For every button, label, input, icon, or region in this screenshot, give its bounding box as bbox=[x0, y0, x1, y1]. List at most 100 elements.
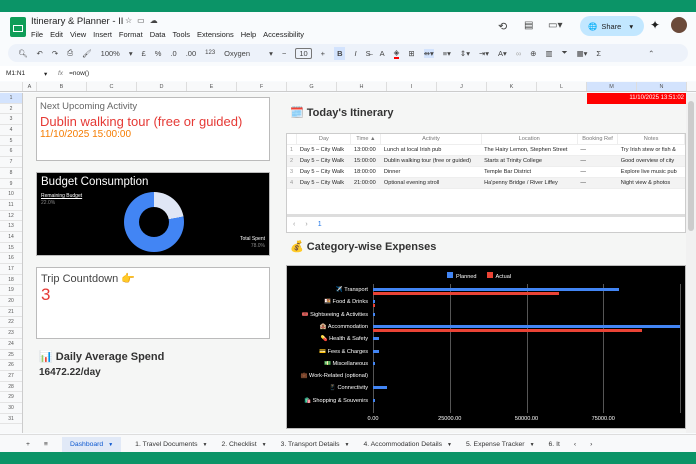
comment-icon[interactable]: ▤ bbox=[524, 20, 533, 31]
sheet-tab-3[interactable]: 3. Transport Details ▼ bbox=[281, 441, 350, 448]
column-3[interactable]: Location bbox=[481, 134, 578, 145]
sheet-tab-0[interactable]: Dashboard ▼ bbox=[61, 437, 122, 452]
bar-planned[interactable] bbox=[373, 288, 619, 291]
zoom-select[interactable]: 100% bbox=[101, 49, 120, 58]
bar-planned[interactable] bbox=[373, 386, 387, 390]
row-header-1[interactable]: 1 bbox=[0, 93, 22, 104]
column-header-K[interactable]: K bbox=[487, 82, 537, 91]
wrap-icon[interactable]: ⇥▾ bbox=[479, 49, 489, 58]
menu-file[interactable]: File bbox=[31, 30, 43, 39]
scroll-tabs-right[interactable]: › bbox=[590, 441, 592, 448]
tab-menu-icon[interactable]: ▼ bbox=[345, 442, 350, 448]
sheet-tab-1[interactable]: 1. Travel Documents ▼ bbox=[135, 441, 207, 448]
row-header-16[interactable]: 16 bbox=[0, 253, 22, 264]
bar-planned[interactable] bbox=[373, 337, 380, 341]
column-0[interactable]: Day bbox=[296, 134, 352, 145]
menu-format[interactable]: Format bbox=[119, 30, 143, 39]
row-header-18[interactable]: 18 bbox=[0, 275, 22, 286]
sheet-tab-4[interactable]: 4. Accommodation Details ▼ bbox=[363, 441, 452, 448]
meet-icon[interactable]: ▭▾ bbox=[548, 20, 562, 31]
column-header-F[interactable]: F bbox=[237, 82, 287, 91]
expenses-chart[interactable]: Planned Actual 0.00 25000.00 50000.00 75000.0… bbox=[286, 265, 686, 429]
bar-actual[interactable] bbox=[373, 328, 642, 332]
bar-planned[interactable] bbox=[373, 324, 680, 328]
page-number[interactable]: 1 bbox=[318, 221, 322, 228]
next-page-button[interactable]: › bbox=[305, 221, 307, 228]
row-header-17[interactable]: 17 bbox=[0, 264, 22, 275]
font-select[interactable]: Oxygen bbox=[224, 49, 260, 58]
row-header-20[interactable]: 20 bbox=[0, 296, 22, 307]
column-2[interactable]: Activity bbox=[380, 134, 482, 145]
row-header-5[interactable]: 5 bbox=[0, 136, 22, 147]
column-header-C[interactable]: C bbox=[87, 82, 137, 91]
avatar[interactable] bbox=[671, 17, 687, 33]
align-icon[interactable]: ≡▾ bbox=[443, 49, 451, 58]
row-header-9[interactable]: 9 bbox=[0, 179, 22, 190]
now-cell[interactable]: 11/10/2025 13:51:02 bbox=[587, 93, 687, 104]
menu-extensions[interactable]: Extensions bbox=[197, 30, 234, 39]
column-header-N[interactable]: N bbox=[637, 82, 687, 91]
formula-input[interactable]: =now() bbox=[69, 70, 89, 77]
tab-menu-icon[interactable]: ▼ bbox=[447, 442, 452, 448]
collapse-toolbar-icon[interactable]: ⌃ bbox=[648, 49, 654, 58]
row-header-25[interactable]: 25 bbox=[0, 350, 22, 361]
table-row[interactable]: 4 Day 5 – City Walk 21:00:00 Optional eveni… bbox=[287, 177, 685, 189]
bar-planned[interactable] bbox=[373, 312, 375, 316]
bar-planned[interactable] bbox=[373, 361, 376, 365]
vertical-scrollbar[interactable] bbox=[686, 93, 696, 433]
sheet-tab-6[interactable]: 6. It bbox=[549, 441, 560, 448]
row-header-6[interactable]: 6 bbox=[0, 146, 22, 158]
row-header-29[interactable]: 29 bbox=[0, 392, 22, 403]
column-header-L[interactable]: L bbox=[537, 82, 587, 91]
column-header-D[interactable]: D bbox=[137, 82, 187, 91]
menu-accessibility[interactable]: Accessibility bbox=[263, 30, 304, 39]
column-header-J[interactable]: J bbox=[437, 82, 487, 91]
share-button[interactable]: 🌐 Share ▾ bbox=[580, 16, 644, 36]
row-header-24[interactable]: 24 bbox=[0, 339, 22, 350]
row-header-8[interactable]: 8 bbox=[0, 168, 22, 179]
prev-page-button[interactable]: ‹ bbox=[293, 221, 295, 228]
search-icon[interactable]: 🔍︎ bbox=[18, 49, 28, 58]
column-header-M[interactable]: M bbox=[587, 82, 637, 91]
column-5[interactable]: Notes bbox=[617, 134, 685, 145]
row-header-7[interactable]: 7 bbox=[0, 157, 22, 168]
borders-icon[interactable]: ⊞ bbox=[408, 49, 414, 58]
italic-button[interactable]: I bbox=[354, 49, 356, 58]
redo-icon[interactable]: ↷ bbox=[52, 49, 58, 58]
row-header-30[interactable]: 30 bbox=[0, 403, 22, 414]
percent-button[interactable]: % bbox=[155, 49, 162, 58]
scroll-tabs-left[interactable]: ‹ bbox=[574, 441, 576, 448]
column-header-E[interactable]: E bbox=[187, 82, 237, 91]
row-header-14[interactable]: 14 bbox=[0, 232, 22, 243]
format-123-button[interactable]: 123 bbox=[205, 50, 215, 56]
column-header-A[interactable]: A bbox=[23, 82, 37, 91]
row-header-3[interactable]: 3 bbox=[0, 114, 22, 126]
select-all[interactable] bbox=[0, 82, 23, 91]
decrease-decimal-button[interactable]: .0 bbox=[170, 49, 176, 58]
sheet-tab-2[interactable]: 2. Checklist ▼ bbox=[221, 441, 266, 448]
row-header-15[interactable]: 15 bbox=[0, 243, 22, 254]
tab-menu-icon[interactable]: ▼ bbox=[262, 442, 267, 448]
bar-planned[interactable] bbox=[373, 300, 375, 304]
valign-icon[interactable]: ⇕▾ bbox=[460, 49, 470, 58]
bar-actual[interactable] bbox=[373, 304, 376, 308]
tab-menu-icon[interactable]: ▼ bbox=[108, 442, 113, 448]
tab-menu-icon[interactable]: ▼ bbox=[203, 442, 208, 448]
insert-comment-icon[interactable]: ⊕ bbox=[530, 49, 536, 58]
column-header-I[interactable]: I bbox=[387, 82, 437, 91]
row-header-28[interactable]: 28 bbox=[0, 382, 22, 393]
row-header-4[interactable]: 4 bbox=[0, 125, 22, 136]
row-header-12[interactable]: 12 bbox=[0, 211, 22, 222]
row-header-26[interactable]: 26 bbox=[0, 360, 22, 371]
bar-actual[interactable] bbox=[373, 292, 559, 295]
sheets-logo-icon[interactable] bbox=[10, 17, 26, 37]
fill-color-icon[interactable]: ◈ bbox=[393, 48, 400, 59]
row-header-27[interactable]: 27 bbox=[0, 371, 22, 382]
undo-icon[interactable]: ↶ bbox=[37, 49, 43, 58]
star-folder-cloud-icons[interactable]: ☆▭☁ bbox=[125, 16, 163, 25]
row-header-23[interactable]: 23 bbox=[0, 328, 22, 339]
font-size-decrease[interactable]: − bbox=[282, 49, 286, 58]
bar-planned[interactable] bbox=[373, 398, 375, 402]
rotate-icon[interactable]: A▾ bbox=[498, 49, 507, 58]
gemini-icon[interactable]: ✦ bbox=[650, 18, 660, 32]
